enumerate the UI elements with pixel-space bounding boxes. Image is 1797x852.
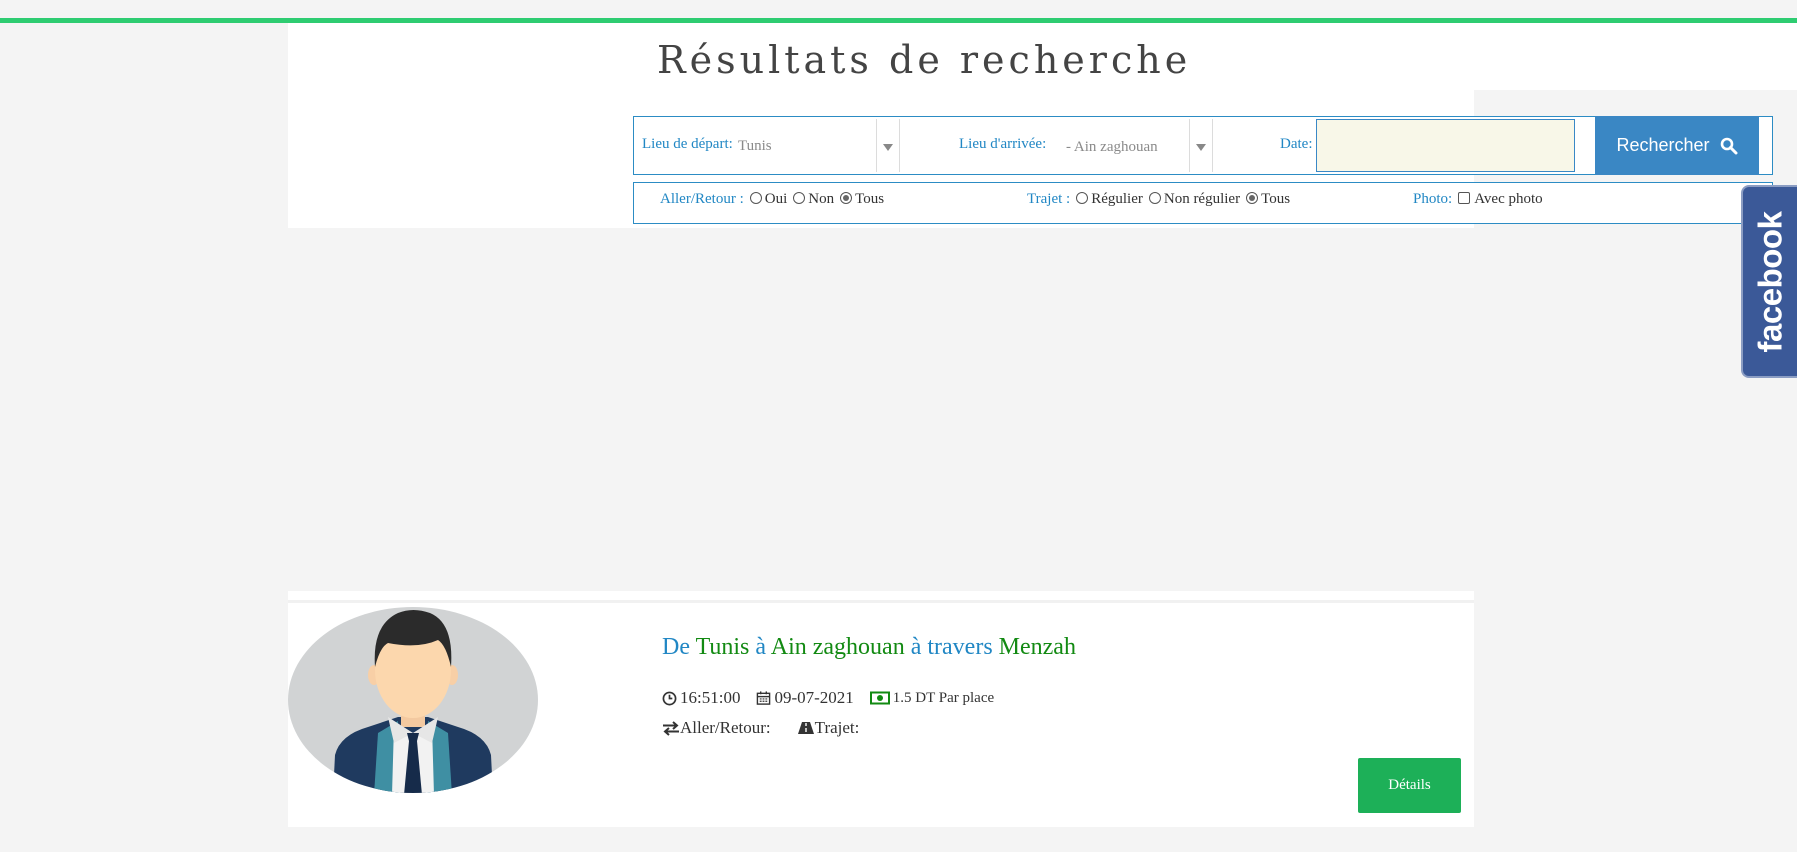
arrival-value: - Ain zaghouan [1066,139,1158,155]
trip-date: 09-07-2021 [756,688,854,708]
trip-time-value: 16:51:00 [680,688,741,707]
chevron-down-icon[interactable] [883,144,893,151]
trip-route: Trajet: [797,718,860,738]
date-label: Date: [1280,136,1313,152]
arrival-select[interactable]: - Ain zaghouan [1066,119,1196,172]
option-label: Oui [764,191,788,207]
chevron-down-icon[interactable] [1196,144,1206,151]
option-label: Non [808,191,835,207]
exchange-icon [663,720,679,736]
divider [1189,119,1190,172]
arrival-label: Lieu d'arrivée: [959,136,1047,152]
driver-avatar [288,607,538,793]
photo-filter-label: Photo: [1413,191,1453,207]
header-right-strip [1474,23,1797,90]
route-regulier-radio[interactable] [1076,191,1089,204]
trip-price: 1.5 DT Par place [869,689,995,707]
departure-select[interactable]: Tunis [738,119,870,172]
trip-price-value: 1.5 DT Par place [892,689,995,706]
avec-photo-checkbox[interactable] [1458,191,1471,204]
round-trip-filter-label: Aller/Retour : [660,191,744,207]
route-label: Trajet: [814,718,860,737]
filter-bar: Aller/Retour : Oui Non Tous Trajet : Rég… [633,182,1773,224]
option-label: Non régulier [1163,191,1241,207]
origin-city: Tunis [695,634,750,660]
route-non-regulier-radio[interactable] [1148,191,1161,204]
calendar-icon [757,691,771,705]
title-word: à [755,634,767,660]
trip-time: 16:51:00 [662,688,740,708]
divider [1212,119,1213,172]
date-input[interactable] [1316,119,1575,172]
search-button-label: Rechercher [1616,135,1710,155]
trip-round-trip: Aller/Retour: [662,718,771,738]
facebook-tab[interactable]: facebook [1741,185,1797,378]
trip-date-value: 09-07-2021 [774,688,854,707]
road-icon [797,722,814,734]
round-trip-oui-radio[interactable] [749,191,762,204]
search-icon [1720,137,1738,154]
money-icon [869,691,890,705]
trip-title[interactable]: De Tunis à Ain zaghouan à travers Menzah [662,634,1076,661]
title-word: à travers [910,634,993,660]
card-divider [288,600,1474,603]
trip-meta: 16:51:00 09-07-2021 1.5 DT Par place [662,688,1010,708]
route-tous-radio[interactable] [1246,191,1259,204]
route-filter-label: Trajet : [1027,191,1071,207]
page-title: Résultats de recherche [657,38,1192,82]
divider [876,119,877,172]
search-form: Lieu de départ: Tunis Lieu d'arrivée: - … [633,116,1773,175]
destination-city: Ain zaghouan [770,634,905,660]
round-trip-tous-radio[interactable] [840,191,853,204]
round-trip-label: Aller/Retour: [680,718,771,737]
trip-meta-2: Aller/Retour: Trajet: [662,718,885,738]
departure-label: Lieu de départ: [642,136,733,152]
via-city: Menzah [998,634,1076,660]
round-trip-filter: Aller/Retour : Oui Non Tous [660,191,888,208]
details-button[interactable]: Détails [1358,758,1461,813]
search-button[interactable]: Rechercher [1595,116,1759,175]
photo-filter: Photo: Avec photo [1413,191,1547,208]
clock-icon [662,691,677,705]
departure-value: Tunis [738,138,772,154]
option-label: Avec photo [1474,191,1543,207]
divider [899,119,900,172]
option-label: Tous [855,191,885,207]
title-word: De [662,634,690,660]
round-trip-non-radio[interactable] [793,191,806,204]
route-filter: Trajet : Régulier Non régulier Tous [1027,191,1294,208]
option-label: Tous [1261,191,1291,207]
option-label: Régulier [1091,191,1143,207]
facebook-logo: facebook [1751,211,1788,352]
